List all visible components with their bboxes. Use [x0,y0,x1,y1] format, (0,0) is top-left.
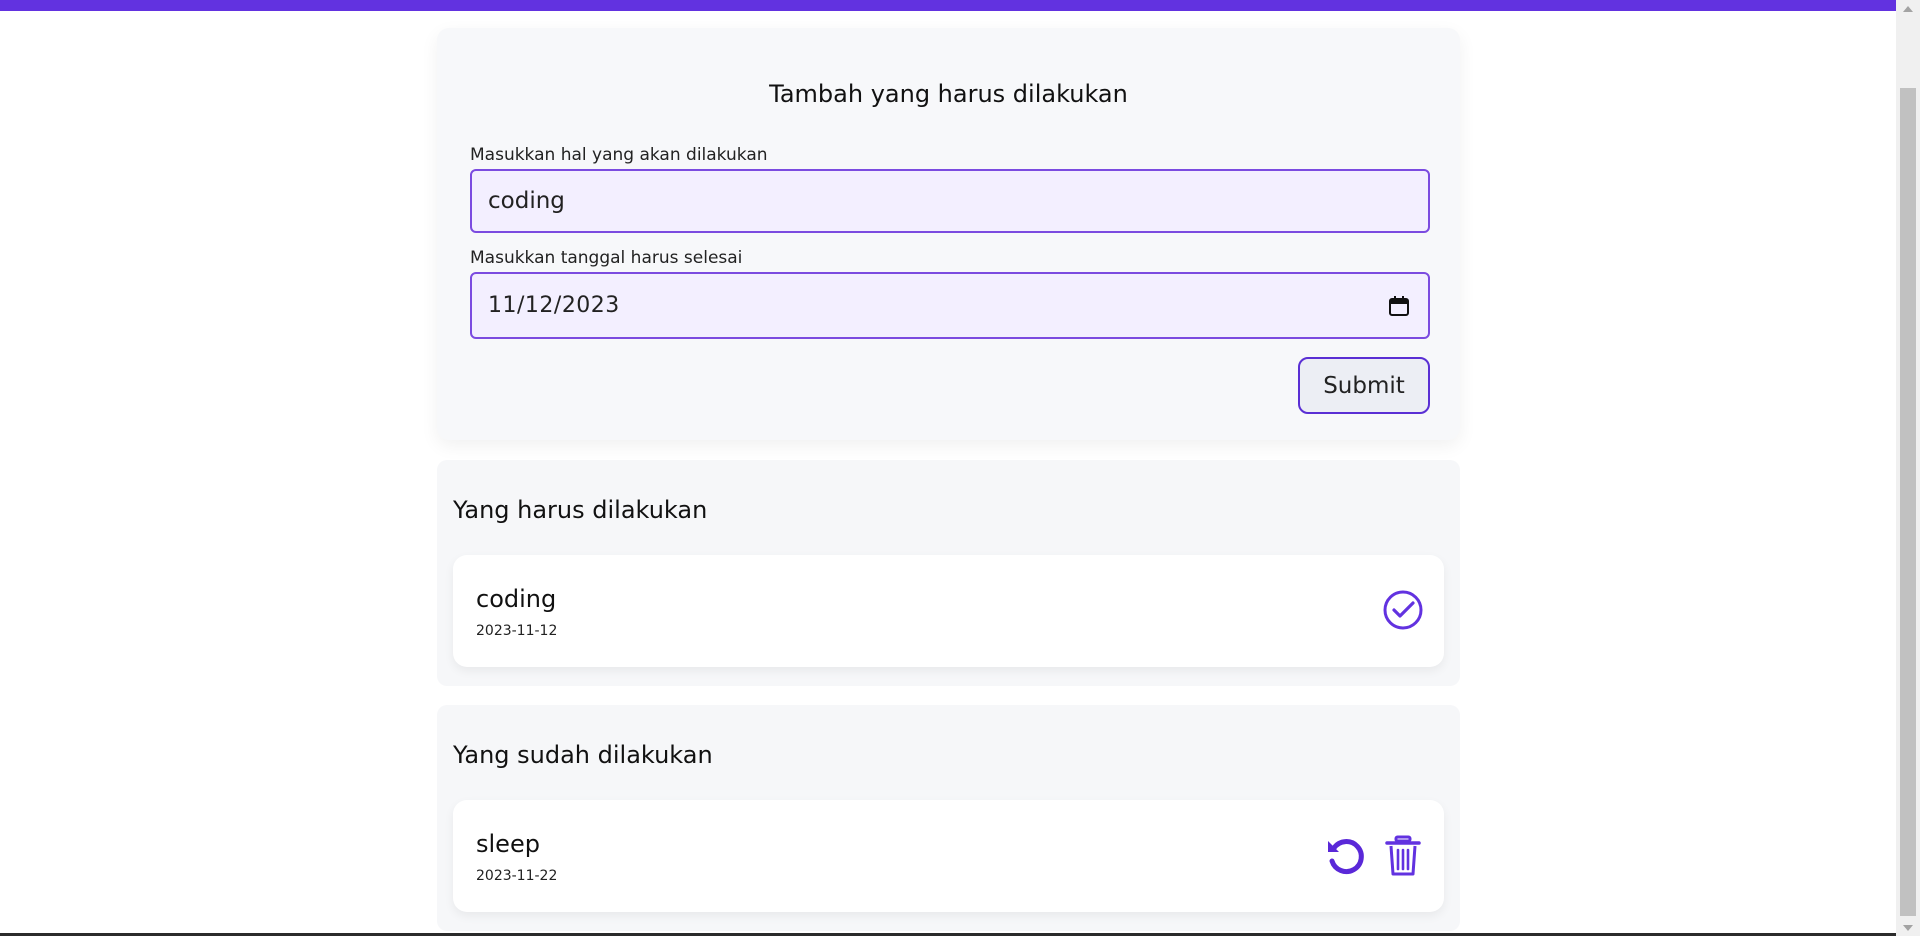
task-input[interactable]: coding [470,169,1430,233]
complete-button[interactable] [1381,589,1425,633]
arrow-down-icon [1903,924,1913,931]
add-todo-form: Tambah yang harus dilakukan Masukkan hal… [437,28,1460,440]
scroll-thumb[interactable] [1900,88,1916,916]
done-section-title: Yang sudah dilakukan [453,741,713,769]
delete-button[interactable] [1381,835,1425,879]
task-input-value: coding [488,188,565,214]
submit-button[interactable]: Submit [1298,357,1430,414]
trash-icon [1383,834,1423,881]
todo-item: coding 2023-11-12 [453,555,1444,667]
undo-button[interactable] [1323,835,1367,879]
todo-section-title: Yang harus dilakukan [453,496,708,524]
form-title: Tambah yang harus dilakukan [769,80,1128,108]
date-label: Masukkan tanggal harus selesai [470,248,743,268]
done-item-title: sleep [476,830,540,858]
scroll-down-button[interactable] [1896,919,1920,936]
undo-icon [1323,834,1367,881]
vertical-scrollbar[interactable] [1896,0,1920,936]
date-input-value: 11/12/2023 [488,293,620,318]
scroll-up-button[interactable] [1896,0,1920,17]
todo-item-title: coding [476,585,557,613]
date-input[interactable]: 11/12/2023 [470,272,1430,339]
task-label: Masukkan hal yang akan dilakukan [470,145,768,165]
todo-item-date: 2023-11-12 [476,623,558,639]
done-item: sleep 2023-11-22 [453,800,1444,912]
done-section: Yang sudah dilakukan sleep 2023-11-22 [437,705,1460,931]
top-accent-bar [0,0,1896,11]
done-item-date: 2023-11-22 [476,868,558,884]
arrow-up-icon [1903,5,1913,12]
calendar-icon[interactable] [1388,295,1410,317]
page-content: Tambah yang harus dilakukan Masukkan hal… [0,11,1896,936]
todo-section: Yang harus dilakukan coding 2023-11-12 [437,460,1460,686]
check-circle-icon [1382,589,1424,634]
